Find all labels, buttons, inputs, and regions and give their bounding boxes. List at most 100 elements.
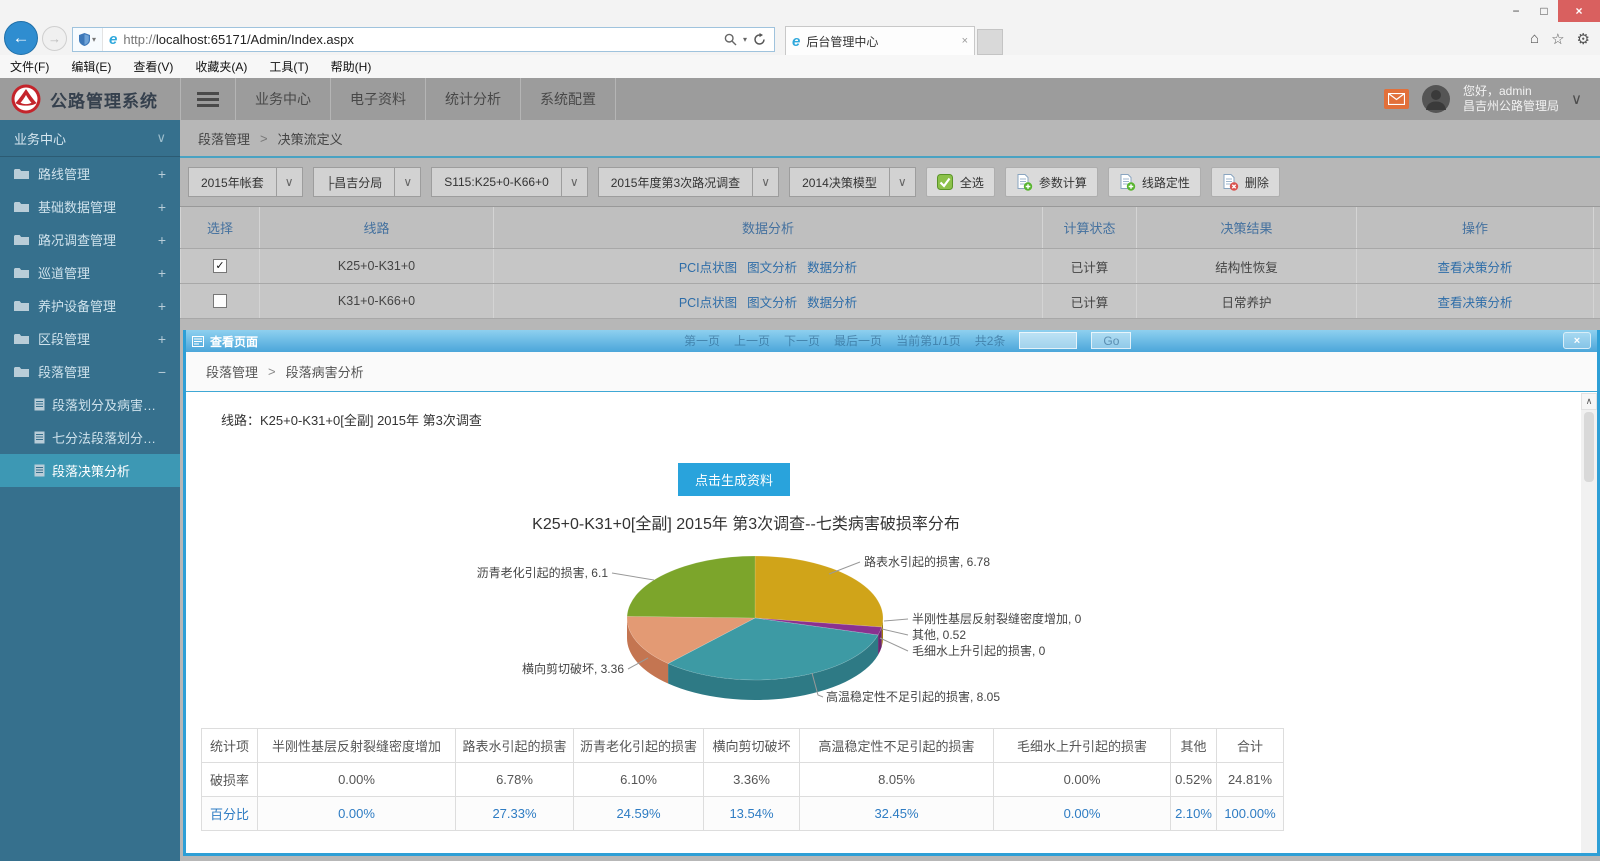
sidebar-item-patrol[interactable]: 巡道管理+ [0,256,180,289]
new-tab-button[interactable] [977,29,1003,55]
expand-icon[interactable]: + [158,331,166,347]
home-icon[interactable]: ⌂ [1530,30,1539,48]
analysis-link-1[interactable]: 图文分析 [747,292,797,311]
window-maximize-button[interactable]: □ [1530,0,1558,22]
settings-gear-icon[interactable]: ⚙ [1577,30,1590,48]
mail-button[interactable] [1384,89,1409,109]
menu-item-1[interactable]: 编辑(E) [71,58,111,75]
dropdown-road-line[interactable]: S115:K25+0-K66+0∨ [431,167,588,197]
folder-icon [14,267,29,279]
sidebar-item-paragraph[interactable]: 段落管理− [0,355,180,388]
scrollbar-thumb[interactable] [1584,412,1594,482]
sidebar-item-section[interactable]: 区段管理+ [0,322,180,355]
stats-header-5: 高温稳定性不足引起的损害 [800,729,994,763]
select-all-button[interactable]: 全选 [926,167,995,197]
pager-link-2[interactable]: 下一页 [784,332,820,349]
document-icon [34,431,45,444]
analysis-link-0[interactable]: PCI点状图 [679,257,737,276]
dropdown-survey[interactable]: 2015年度第3次路况调查∨ [598,167,779,197]
sidebar-item-equipment[interactable]: 养护设备管理+ [0,289,180,322]
pager-link-0[interactable]: 第一页 [684,332,720,349]
hamburger-menu-button[interactable] [180,78,236,120]
favorites-star-icon[interactable]: ☆ [1551,30,1564,48]
window-close-button[interactable]: × [1558,0,1600,22]
sidebar-subitem-seven-method[interactable]: 七分法段落划分… [0,421,180,454]
chevron-down-icon[interactable]: ∨ [394,168,420,196]
analysis-link-2[interactable]: 数据分析 [807,292,857,311]
search-icon[interactable] [724,33,737,46]
modal-close-button[interactable]: × [1563,332,1591,349]
top-nav-item-3[interactable]: 系统配置 [521,78,616,120]
checkbox[interactable] [213,294,227,308]
menu-item-3[interactable]: 收藏夹(A) [195,58,247,75]
modal-scrollbar[interactable]: ∧ [1581,393,1597,853]
modal-breadcrumb-parent[interactable]: 段落管理 [206,362,258,381]
menu-item-2[interactable]: 查看(V) [133,58,173,75]
row-select-cell[interactable] [180,284,260,318]
expand-icon[interactable]: + [158,166,166,182]
chevron-down-icon[interactable]: ∨ [276,168,302,196]
expand-icon[interactable]: + [158,265,166,281]
checkbox[interactable]: ✓ [213,259,227,273]
menu-item-0[interactable]: 文件(F) [10,58,49,75]
tab-close-icon[interactable]: × [962,35,968,47]
delete-button[interactable]: 删除 [1211,167,1280,197]
address-bar[interactable]: ▾ e http://localhost:65171/Admin/Index.a… [72,27,775,52]
generate-data-button[interactable]: 点击生成资料 [678,463,790,496]
sidebar-subitem-decision[interactable]: 段落决策分析 [0,454,180,487]
folder-icon [14,168,29,180]
pager-page-input[interactable] [1019,332,1077,349]
sidebar-item-base-data[interactable]: 基础数据管理+ [0,190,180,223]
url-text[interactable]: http://localhost:65171/Admin/Index.aspx [117,32,724,47]
view-decision-link[interactable]: 查看决策分析 [1437,292,1512,311]
dropdown-account-year[interactable]: 2015年帐套∨ [188,167,303,197]
browser-back-button[interactable]: ← [4,21,38,55]
compatibility-view-button[interactable]: ▾ [73,28,103,51]
chevron-down-icon[interactable]: ∨ [752,168,778,196]
pager-current: 当前第1/1页 [896,332,961,349]
browser-forward-button[interactable]: → [42,26,67,51]
stats-header-6: 毛细水上升引起的损害 [994,729,1171,763]
user-avatar-icon[interactable] [1421,84,1451,114]
sidebar-item-route[interactable]: 路线管理+ [0,157,180,190]
browser-tab[interactable]: e 后台管理中心 × [785,26,975,55]
user-info[interactable]: 您好，admin 昌吉州公路管理局 [1463,84,1559,114]
chevron-down-icon[interactable]: ∨ [561,168,587,196]
row-select-cell[interactable]: ✓ [180,249,260,283]
modal-titlebar[interactable]: 查看页面 第一页上一页下一页最后一页当前第1/1页共2条Go × [186,330,1597,352]
sidebar-item-road-survey[interactable]: 路况调查管理+ [0,223,180,256]
analysis-link-1[interactable]: 图文分析 [747,257,797,276]
analysis-link-2[interactable]: 数据分析 [807,257,857,276]
expand-icon[interactable]: + [158,298,166,314]
scroll-up-arrow-icon[interactable]: ∧ [1581,393,1597,410]
dropdown-model[interactable]: 2014决策模型∨ [789,167,916,197]
stats-row-label: 破损率 [202,763,258,797]
line-qualify-button[interactable]: 线路定性 [1108,167,1201,197]
param-calc-button[interactable]: 参数计算 [1005,167,1098,197]
top-nav-item-2[interactable]: 统计分析 [426,78,521,120]
analysis-link-0[interactable]: PCI点状图 [679,292,737,311]
dropdown-bureau[interactable]: ├昌吉分局∨ [313,167,422,197]
search-caret-icon[interactable]: ▾ [743,35,747,44]
view-decision-link[interactable]: 查看决策分析 [1437,257,1512,276]
sidebar-subitem-division[interactable]: 段落划分及病害… [0,388,180,421]
top-nav-item-0[interactable]: 业务中心 [236,78,331,120]
expand-icon[interactable]: + [158,199,166,215]
expand-icon[interactable]: + [158,232,166,248]
document-icon [34,464,45,477]
chevron-down-icon[interactable]: ∨ [889,168,915,196]
window-minimize-button[interactable]: − [1502,0,1530,22]
sidebar-section-title[interactable]: 业务中心 ∨ [0,120,180,157]
pager-go-button[interactable]: Go [1091,332,1131,349]
pager-link-1[interactable]: 上一页 [734,332,770,349]
menu-item-5[interactable]: 帮助(H) [331,58,372,75]
breadcrumb-parent[interactable]: 段落管理 [198,129,250,148]
top-nav-item-1[interactable]: 电子资料 [331,78,426,120]
pager-link-3[interactable]: 最后一页 [834,332,882,349]
collapse-icon[interactable]: − [158,364,166,380]
stats-value: 6.78% [456,763,574,797]
menu-item-4[interactable]: 工具(T) [269,58,308,75]
dropdown-value: 2015年帐套 [189,168,276,196]
refresh-icon[interactable] [753,33,766,46]
user-menu-chevron-icon[interactable]: ∨ [1571,90,1582,108]
